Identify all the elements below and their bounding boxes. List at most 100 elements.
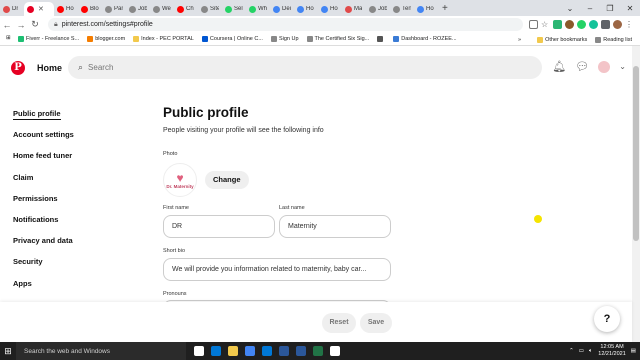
close-window-icon[interactable]: ✕ [620,4,640,13]
user-avatar[interactable] [598,60,611,73]
sidebar-item[interactable]: Apps [13,277,133,298]
browser-tab[interactable]: Ho [54,2,78,16]
browser-tab[interactable]: Ho [294,2,318,16]
clock-time: 12:05 AM [600,344,624,350]
messages-icon[interactable]: 💬︎ [575,60,589,73]
maximize-icon[interactable]: ❐ [600,4,620,13]
sidebar-item[interactable]: Public profile [13,107,133,128]
bookmark-item[interactable]: Index - PEC PORTAL [133,36,194,42]
bookmark-item[interactable]: Dashboard - ROZEE... [393,36,457,42]
sidebar-item[interactable]: Privacy and data [13,234,133,255]
reading-list[interactable]: Reading list [595,36,632,43]
taskbar-app-icon[interactable] [228,346,238,356]
sidebar-item-label: Home feed tuner [13,151,73,161]
browser-tab[interactable]: Dei [270,2,294,16]
taskbar-app-icon[interactable] [211,346,221,356]
bookmark-item[interactable]: Fiverr - Freelance S... [18,36,79,42]
sidebar-item[interactable]: Permissions [13,192,133,213]
bookmark-item[interactable] [377,36,385,42]
last-name-field[interactable]: Maternity [279,215,391,238]
profile-avatar-icon[interactable] [613,20,622,29]
tab-favicon-icon [129,5,136,13]
taskbar-app-icon[interactable] [313,346,323,356]
sidebar-item[interactable]: Home feed tuner [13,149,133,170]
notifications-bell-icon[interactable]: 🔔︎ [552,60,566,73]
browser-tab[interactable]: Blo [78,2,102,16]
browser-tab[interactable]: Wh [246,2,270,16]
extension-whatsapp-icon[interactable] [577,20,586,29]
extensions-puzzle-icon[interactable] [601,20,610,29]
scrollbar-thumb[interactable] [633,66,639,241]
extension-shield-icon[interactable] [553,20,562,29]
browser-tab[interactable]: Ten [390,2,414,16]
star-icon[interactable]: ☆ [541,20,550,29]
browser-tab[interactable]: Ch [174,2,198,16]
tray-chevron-icon[interactable]: ⌃ [569,348,574,354]
browser-tab[interactable]: Ho [318,2,342,16]
browser-tab[interactable]: ✕ [24,2,54,16]
windows-start-icon[interactable]: ⊞ [0,346,16,357]
search-input[interactable]: ⌕ Search [68,56,542,79]
share-icon[interactable] [529,20,538,29]
sidebar-item[interactable]: Account settings [13,128,133,149]
minimize-icon[interactable]: – [580,4,600,13]
help-button[interactable]: ? [594,306,620,332]
browser-tab[interactable]: We [150,2,174,16]
network-icon[interactable]: ▭ [579,348,584,354]
tab-title: Job [378,6,387,12]
window-controls: ⌄ – ❐ ✕ [560,0,640,16]
pinterest-logo-icon[interactable]: P [11,61,25,75]
bookmark-item[interactable]: Coursera | Online C... [201,36,263,42]
extension-cookie-icon[interactable] [565,20,574,29]
back-icon[interactable]: ← [0,20,14,30]
save-button[interactable]: Save [360,313,392,333]
photo-label: Photo [163,151,178,157]
taskbar-app-icon[interactable] [279,346,289,356]
close-tab-icon[interactable]: ✕ [38,5,44,13]
sidebar-item[interactable]: Notifications [13,213,133,234]
bookmark-label: Fiverr - Freelance S... [26,36,80,42]
clock[interactable]: 12:05 AM 12/21/2021 [598,344,626,358]
browser-tab[interactable]: Sel [222,2,246,16]
tab-title: Ho [330,6,338,12]
other-bookmarks[interactable]: Other bookmarks [537,36,587,43]
browser-tab[interactable]: Ma [342,2,366,16]
bookmark-item[interactable]: Sign Up [270,36,299,42]
bookmark-item[interactable]: blogger.com [87,36,125,42]
short-bio-field[interactable]: We will provide you information related … [163,258,391,281]
taskbar-app-icon[interactable] [194,346,204,356]
taskbar-app-icon[interactable] [245,346,255,356]
url-field[interactable]: 🔒︎ pinterest.com/settings#profile [48,18,523,31]
menu-dots-icon[interactable]: ⋮ [625,20,634,29]
browser-tab[interactable]: Site [198,2,222,16]
apps-grid-icon[interactable]: ⊞ [6,35,14,43]
taskbar-app-icon[interactable] [296,346,306,356]
forward-icon[interactable]: → [14,20,28,30]
browser-tab[interactable]: Pan [102,2,126,16]
extension-grammarly-icon[interactable] [589,20,598,29]
notification-center-icon[interactable]: ▤ [631,348,636,354]
bookmarks-overflow-icon[interactable]: » [518,37,521,43]
first-name-field[interactable]: DR [163,215,275,238]
browser-tab[interactable]: Job [126,2,150,16]
change-photo-button[interactable]: Change [205,171,249,189]
taskbar-app-icon[interactable] [262,346,272,356]
reload-icon[interactable]: ↻ [28,19,42,30]
chevron-down-icon[interactable]: ⌄ [560,4,580,13]
chevron-down-icon[interactable]: ⌄ [619,62,626,71]
lock-icon: 🔒︎ [54,20,58,28]
new-tab-button[interactable]: + [442,3,448,14]
home-link[interactable]: Home [37,63,62,73]
browser-tab[interactable]: Ho [414,2,438,16]
taskbar-search-input[interactable]: Search the web and Windows [16,342,186,360]
page-scrollbar[interactable] [632,46,640,342]
taskbar-app-icon[interactable] [330,346,340,356]
sidebar-item[interactable]: Security [13,255,133,276]
browser-tab[interactable]: Job [366,2,390,16]
browser-tab[interactable]: Dr [0,2,24,16]
bookmark-label: Dashboard - ROZEE... [401,36,457,42]
sidebar-item[interactable]: Claim [13,171,133,192]
bookmark-item[interactable]: The Certified Six Sig... [306,36,369,42]
volume-icon[interactable]: 🔈︎ [589,348,592,355]
reset-button[interactable]: Reset [322,313,356,333]
